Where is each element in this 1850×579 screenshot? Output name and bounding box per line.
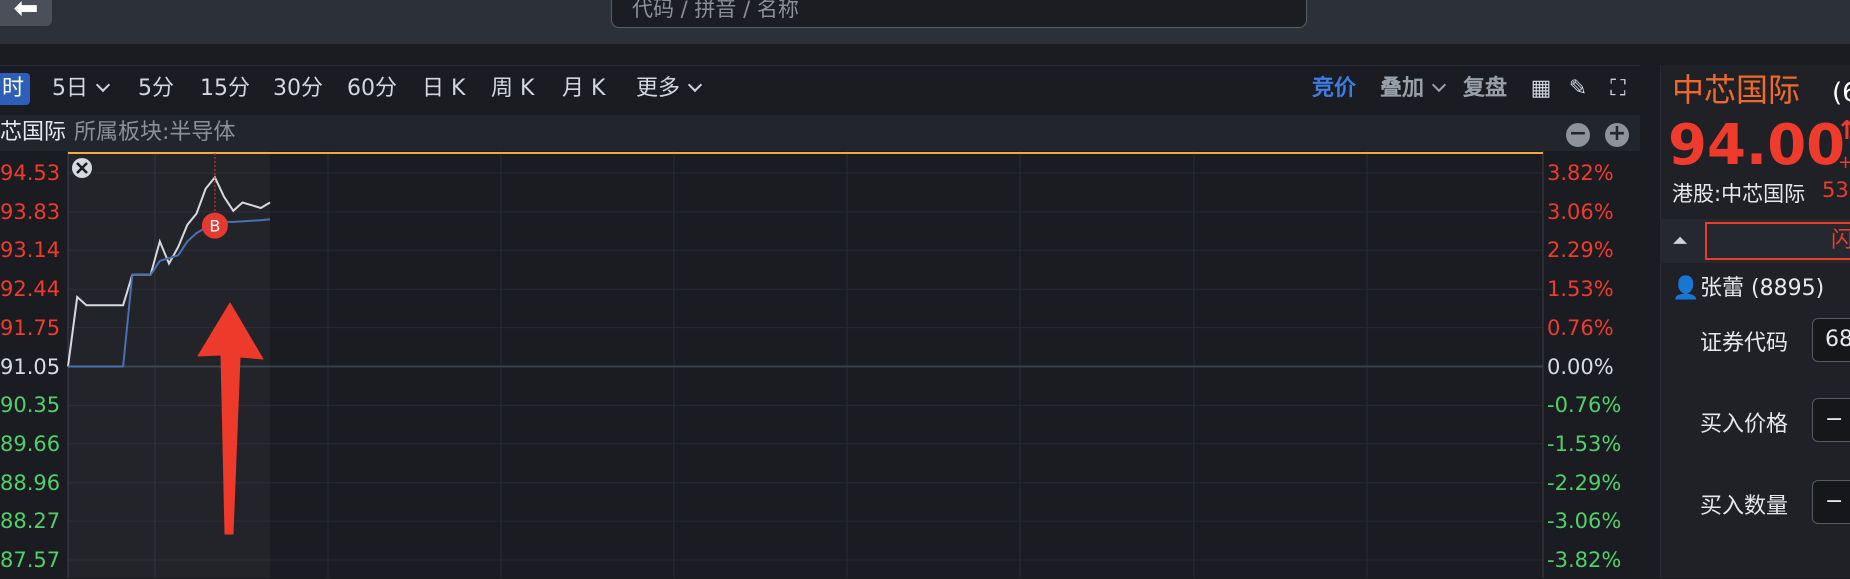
search-placeholder: 代码 / 拼音 / 名称	[632, 0, 799, 21]
bid-toggle[interactable]: 竞价	[1312, 73, 1356, 105]
y-axis-price-label: 90.35	[0, 393, 61, 418]
y-axis-price-label: 88.27	[0, 509, 61, 534]
side-change-partial: +	[1838, 152, 1850, 173]
y-axis-percent-label: 3.06%	[1547, 199, 1614, 224]
sector-label[interactable]: 所属板块:半导体	[74, 117, 235, 149]
y-axis-price-label: 87.57	[0, 548, 61, 572]
stock-name: 芯国际	[0, 120, 67, 145]
tab-30min[interactable]: 30分	[273, 73, 323, 105]
y-axis-percent-label: 3.82%	[1547, 161, 1614, 185]
side-hk-label: 港股:中芯国际	[1672, 182, 1806, 206]
tab-week-k[interactable]: 周 K	[491, 73, 534, 105]
buy-price-label: 买入价格	[1700, 412, 1789, 437]
y-axis-price-label: 91.75	[0, 315, 61, 340]
restore-button[interactable]: 复盘	[1463, 73, 1507, 105]
y-axis-percent-label: -1.53%	[1547, 431, 1622, 456]
buy-price-decrement[interactable]: −	[1812, 398, 1850, 442]
draw-pen-icon[interactable]: ✎	[1565, 76, 1591, 102]
buy-qty-decrement[interactable]: −	[1812, 480, 1850, 524]
fullscreen-icon[interactable]: ⛶	[1605, 76, 1631, 102]
tab-5day[interactable]: 5日	[52, 73, 111, 105]
y-axis-price-label: 88.96	[0, 470, 61, 495]
collapse-up-icon[interactable]: ⏶	[1672, 228, 1688, 252]
y-axis-price-label: 93.83	[0, 199, 61, 224]
y-axis-percent-label: 0.00%	[1547, 354, 1614, 379]
tab-15min[interactable]: 15分	[200, 73, 250, 105]
tab-day-k[interactable]: 日 K	[422, 73, 465, 105]
y-axis-percent-label: -2.29%	[1547, 470, 1622, 495]
y-axis-percent-label: -3.82%	[1547, 548, 1622, 572]
chevron-down-icon	[687, 77, 703, 93]
zoom-out-button[interactable]: −	[1566, 123, 1590, 147]
y-axis-price-label: 92.44	[0, 277, 61, 302]
y-axis-percent-label: -3.06%	[1547, 509, 1622, 534]
security-code-label: 证券代码	[1700, 331, 1789, 356]
y-axis-price-label: 91.05	[0, 354, 61, 379]
tab-more[interactable]: 更多	[636, 73, 703, 105]
y-axis-percent-label: 0.76%	[1547, 315, 1614, 340]
chevron-down-icon	[95, 77, 111, 93]
side-hk-value: 53	[1822, 178, 1849, 202]
tab-more-label: 更多	[636, 76, 681, 101]
y-axis-price-label: 89.66	[0, 431, 61, 456]
user-icon: 👤	[1672, 276, 1700, 301]
tab-month-k[interactable]: 月 K	[562, 73, 605, 105]
intraday-chart: B	[67, 151, 1544, 578]
buy-qty-label: 买入数量	[1700, 494, 1789, 519]
flash-trade-button[interactable]: 闪	[1705, 222, 1850, 260]
overlay-dropdown[interactable]: 叠加	[1380, 73, 1447, 105]
back-arrow-icon: ⬅	[13, 0, 39, 26]
back-button[interactable]: ⬅	[0, 0, 52, 26]
overlay-label: 叠加	[1380, 76, 1425, 101]
search-input[interactable]: 代码 / 拼音 / 名称	[611, 0, 1307, 28]
tab-5min[interactable]: 5分	[138, 73, 174, 105]
grid-layout-icon[interactable]: ▦	[1528, 76, 1554, 102]
tab-5day-label: 5日	[52, 76, 88, 101]
chevron-down-icon	[1431, 77, 1447, 93]
security-code-input[interactable]: 68	[1812, 318, 1850, 362]
y-axis-price-label: 94.53	[0, 161, 61, 185]
user-label: 张蕾 (8895)	[1700, 276, 1825, 301]
side-last-price: 94.00	[1668, 113, 1846, 178]
y-axis-price-label: 93.14	[0, 238, 61, 263]
tab-60min[interactable]: 60分	[347, 73, 397, 105]
side-code-partial: (6	[1832, 78, 1850, 108]
buy-marker-label: B	[209, 217, 220, 236]
tab-timeshare[interactable]: 时	[0, 73, 31, 105]
up-arrow-icon: ↑	[1836, 116, 1850, 146]
account-user[interactable]: 👤张蕾 (8895)	[1672, 270, 1824, 302]
y-axis-percent-label: -0.76%	[1547, 393, 1622, 418]
y-axis-percent-label: 2.29%	[1547, 238, 1614, 263]
info-row	[0, 115, 1640, 151]
chart-grid	[67, 151, 1544, 578]
side-stock-name: 中芯国际	[1672, 71, 1801, 109]
y-axis-percent-label: 1.53%	[1547, 277, 1614, 302]
zoom-in-button[interactable]: +	[1605, 123, 1629, 147]
